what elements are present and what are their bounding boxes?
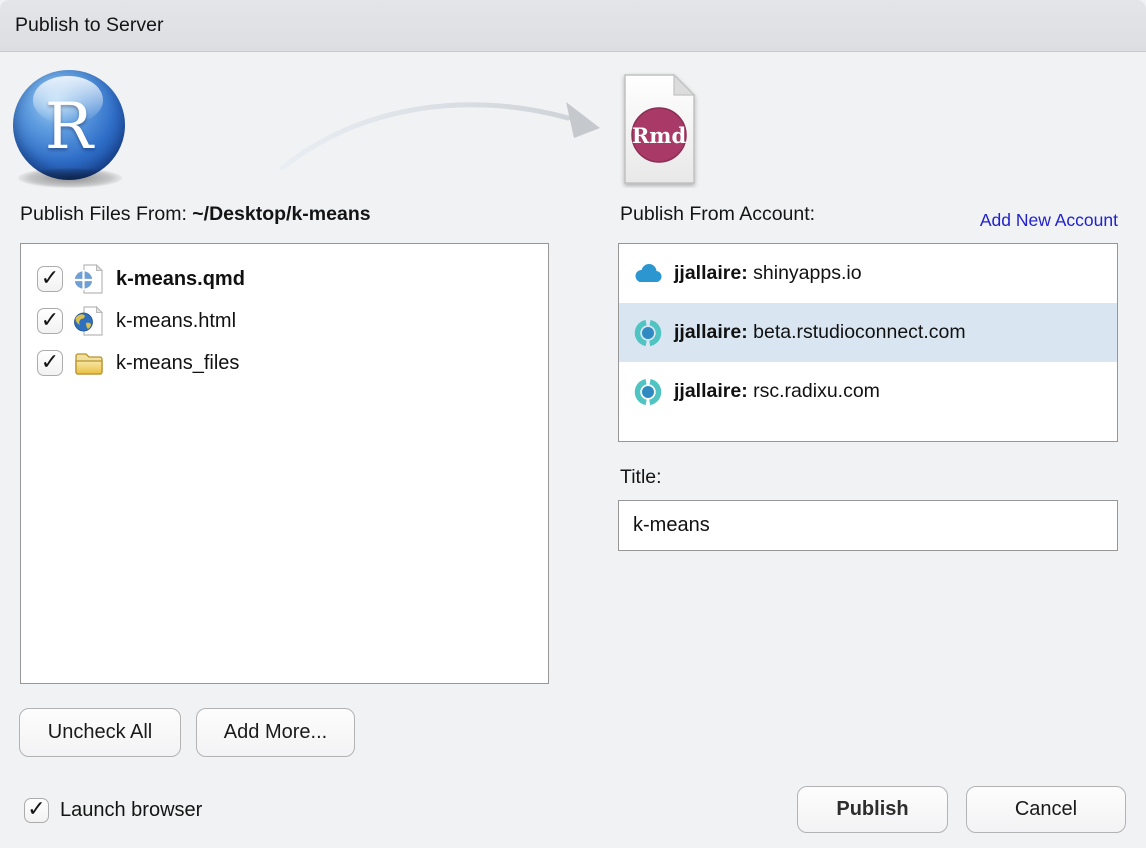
add-new-account-link[interactable]: Add New Account	[980, 210, 1118, 231]
account-row-rstudioconnect[interactable]: jjallaire: beta.rstudioconnect.com	[619, 303, 1117, 362]
account-server: beta.rstudioconnect.com	[748, 321, 966, 343]
publish-button[interactable]: Publish	[797, 786, 948, 833]
folder-icon	[73, 347, 105, 379]
account-row-radixu[interactable]: jjallaire: rsc.radixu.com	[619, 362, 1117, 421]
checkmark-icon: ✓	[41, 309, 59, 331]
publish-to-server-dialog: Publish to Server R Rmd Publish Files Fr…	[0, 0, 1146, 848]
account-label: jjallaire: shinyapps.io	[674, 262, 862, 285]
publish-files-from-text: Publish Files From:	[20, 203, 192, 225]
quarto-file-icon	[73, 263, 105, 295]
account-user: jjallaire:	[674, 262, 748, 284]
launch-browser-option: ✓ Launch browser	[24, 798, 202, 823]
rmd-file-icon: Rmd	[620, 72, 700, 188]
publish-files-path: ~/Desktop/k-means	[192, 203, 370, 225]
publish-files-from-label: Publish Files From: ~/Desktop/k-means	[20, 203, 371, 226]
account-user: jjallaire:	[674, 321, 748, 343]
file-row-files-folder[interactable]: ✓ k-means_files	[21, 342, 548, 384]
title-input[interactable]	[618, 500, 1118, 551]
file-list: ✓ k-means.qmd ✓ k-means.html	[20, 243, 549, 684]
dialog-titlebar: Publish to Server	[0, 0, 1146, 52]
file-checkbox-qmd[interactable]: ✓	[37, 266, 63, 292]
publish-arrow-icon	[0, 52, 1146, 212]
uncheck-all-button[interactable]: Uncheck All	[19, 708, 181, 757]
cancel-button[interactable]: Cancel	[966, 786, 1126, 833]
html-file-icon	[73, 305, 105, 337]
account-user: jjallaire:	[674, 380, 748, 402]
file-name: k-means.html	[116, 310, 236, 333]
account-row-shinyapps[interactable]: jjallaire: shinyapps.io	[619, 244, 1117, 303]
file-row-html[interactable]: ✓ k-means.html	[21, 300, 548, 342]
rmd-icon-label: Rmd	[632, 123, 687, 148]
cloud-icon	[632, 258, 664, 290]
account-server: shinyapps.io	[748, 262, 862, 284]
launch-browser-label: Launch browser	[60, 799, 202, 822]
file-row-qmd[interactable]: ✓ k-means.qmd	[21, 258, 548, 300]
publish-from-account-label: Publish From Account:	[620, 203, 815, 226]
r-logo-icon: R	[13, 70, 125, 180]
connect-icon	[632, 317, 664, 349]
account-label: jjallaire: beta.rstudioconnect.com	[674, 321, 966, 344]
dialog-title: Publish to Server	[15, 14, 164, 37]
account-label: jjallaire: rsc.radixu.com	[674, 380, 880, 403]
checkmark-icon: ✓	[41, 351, 59, 373]
file-checkbox-folder[interactable]: ✓	[37, 350, 63, 376]
title-label: Title:	[620, 466, 662, 489]
launch-browser-checkbox[interactable]: ✓	[24, 798, 49, 823]
checkmark-icon: ✓	[27, 798, 45, 820]
add-more-button[interactable]: Add More...	[196, 708, 355, 757]
file-name: k-means_files	[116, 352, 239, 375]
file-checkbox-html[interactable]: ✓	[37, 308, 63, 334]
account-server: rsc.radixu.com	[748, 380, 880, 402]
connect-icon	[632, 376, 664, 408]
checkmark-icon: ✓	[41, 267, 59, 289]
file-name: k-means.qmd	[116, 268, 245, 291]
r-logo-shadow	[18, 168, 122, 188]
r-logo-letter: R	[13, 70, 125, 180]
account-list: jjallaire: shinyapps.io jjallaire: beta.…	[618, 243, 1118, 442]
